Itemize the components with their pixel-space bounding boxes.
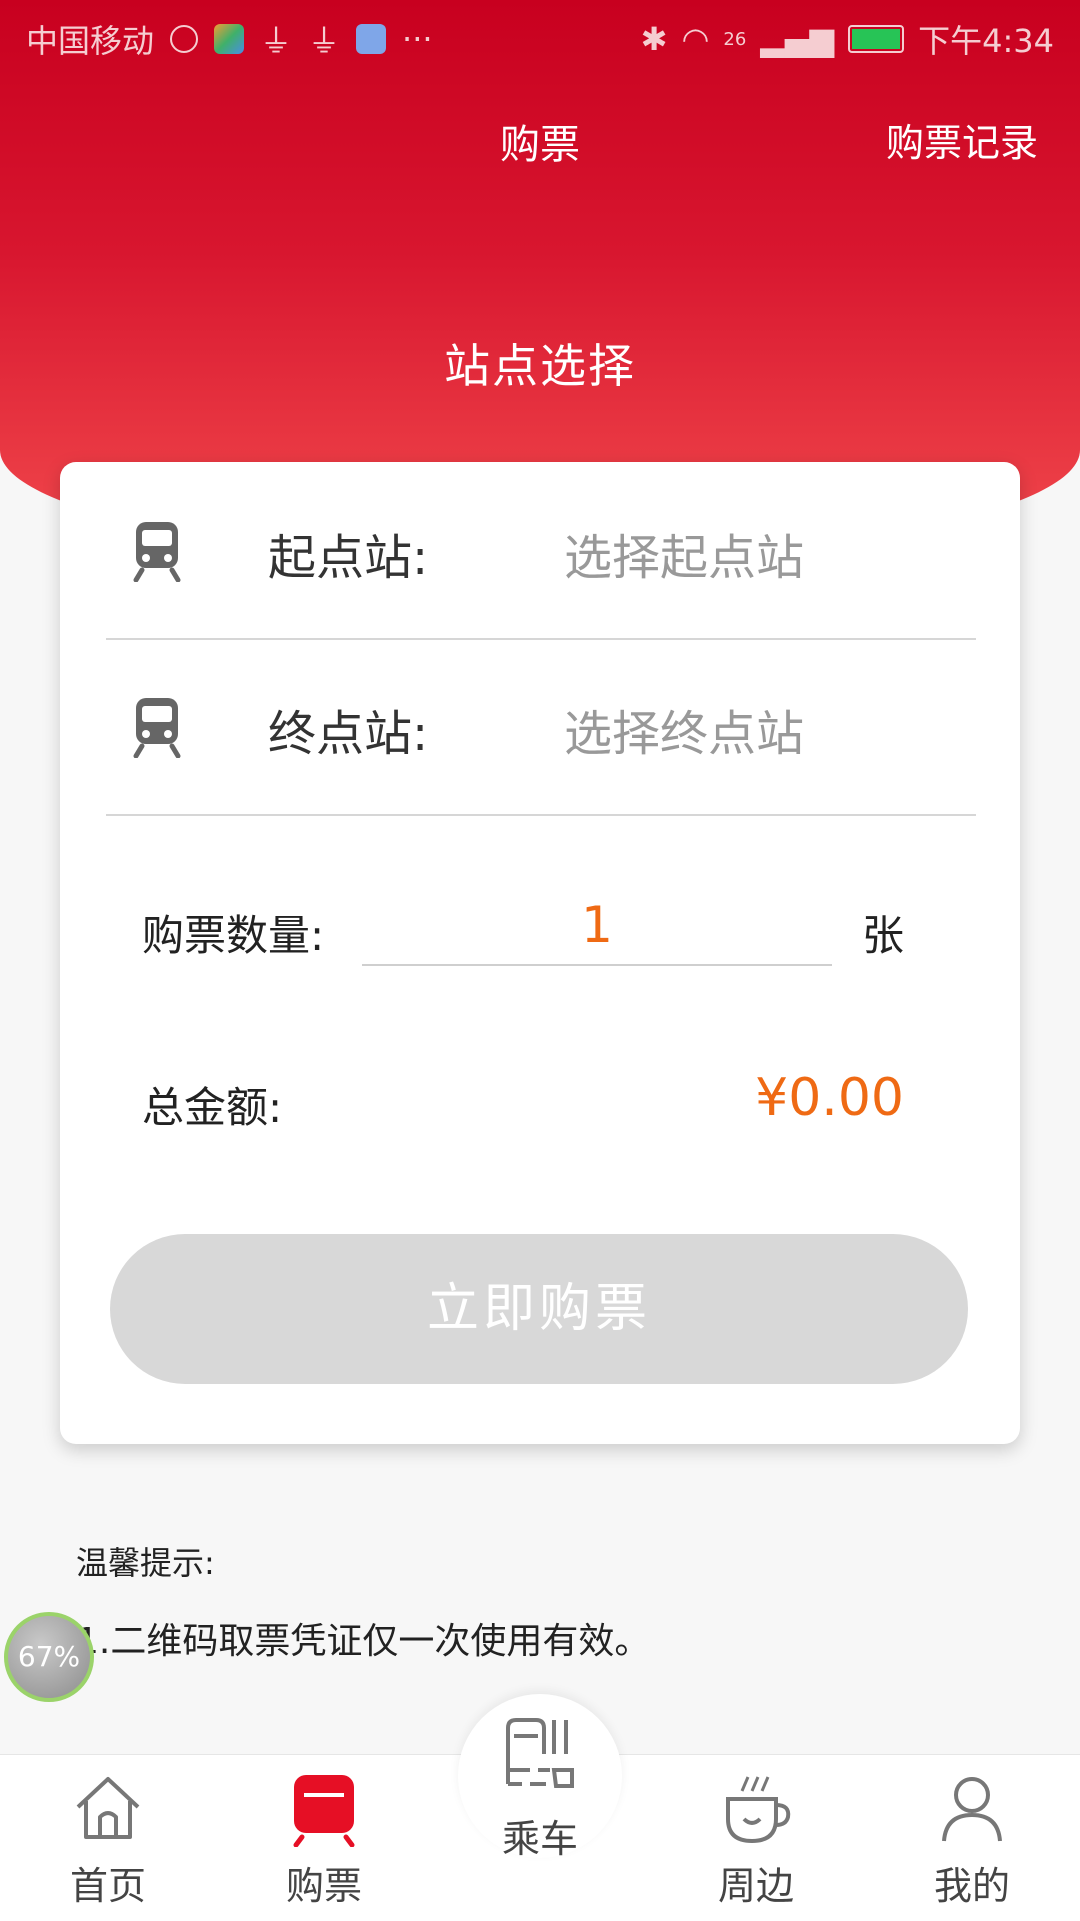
status-bar: 中国移动 ⏚ ⏚ ··· ✱ ◠ 26 ▂▄▆ 下午4:34: [0, 0, 1080, 76]
total-amount-label: 总金额:: [142, 1083, 283, 1132]
start-station-select[interactable]: 选择起点站: [564, 518, 804, 588]
tab-mine[interactable]: 我的: [864, 1755, 1080, 1921]
ticket-form-card: 起点站: 选择起点站 终点站: 选择终点站 购票数量: 1 张 总金额: ¥0.…: [60, 462, 1020, 1444]
tab-ride-label: 乘车: [501, 1817, 578, 1861]
coffee-cup-icon: [726, 1776, 791, 1844]
quantity-label: 购票数量:: [142, 911, 325, 960]
home-icon: [76, 1777, 140, 1839]
signal-icon: ▂▄▆: [760, 20, 835, 58]
tab-mine-label: 我的: [933, 1864, 1010, 1908]
total-amount-value: ¥0.00: [755, 1068, 904, 1128]
tips-line: 1.二维码取票凭证仅一次使用有效。: [76, 1621, 651, 1662]
purchase-records-link[interactable]: 购票记录: [886, 112, 1038, 167]
usb-icon: ⏚: [260, 22, 293, 60]
floating-memory-badge[interactable]: 67%: [4, 1612, 94, 1702]
carrier-name: 中国移动: [26, 22, 155, 60]
tips-title: 温馨提示:: [76, 1544, 215, 1582]
train-icon: [133, 522, 181, 582]
network-type: 26: [723, 28, 747, 50]
notification-app-icon: [356, 24, 387, 54]
tab-ride[interactable]: 乘车: [458, 1694, 622, 1861]
notification-app-icon: [170, 25, 199, 53]
bluetooth-icon: ✱: [640, 20, 668, 58]
ticket-train-icon: [293, 1775, 355, 1847]
ride-qr-icon: [506, 1718, 574, 1788]
end-station-row[interactable]: 终点站: 选择终点站: [106, 638, 976, 816]
usb-icon: ⏚: [308, 22, 341, 60]
buy-now-button[interactable]: 立即购票: [110, 1234, 968, 1384]
section-title: 站点选择: [444, 339, 636, 393]
battery-icon: [848, 25, 905, 53]
notification-app-icon: [214, 24, 245, 54]
user-icon: [942, 1777, 1002, 1842]
clock: 下午4:34: [918, 22, 1054, 60]
quantity-unit: 张: [862, 911, 905, 960]
quantity-input[interactable]: 1: [362, 886, 832, 966]
tab-home[interactable]: 首页: [0, 1755, 216, 1921]
start-station-label: 起点站:: [268, 530, 429, 586]
start-station-row[interactable]: 起点站: 选择起点站: [106, 462, 976, 640]
more-notifications: ···: [402, 20, 433, 58]
wifi-icon: ◠: [681, 20, 710, 58]
end-station-label: 终点站:: [268, 706, 429, 762]
tab-home-label: 首页: [69, 1864, 146, 1908]
end-station-select[interactable]: 选择终点站: [564, 694, 804, 764]
tab-nearby[interactable]: 周边: [648, 1755, 864, 1921]
tab-tickets[interactable]: 购票: [216, 1755, 432, 1921]
tab-tickets-label: 购票: [285, 1864, 362, 1908]
train-icon: [133, 698, 181, 758]
tab-nearby-label: 周边: [717, 1864, 794, 1908]
